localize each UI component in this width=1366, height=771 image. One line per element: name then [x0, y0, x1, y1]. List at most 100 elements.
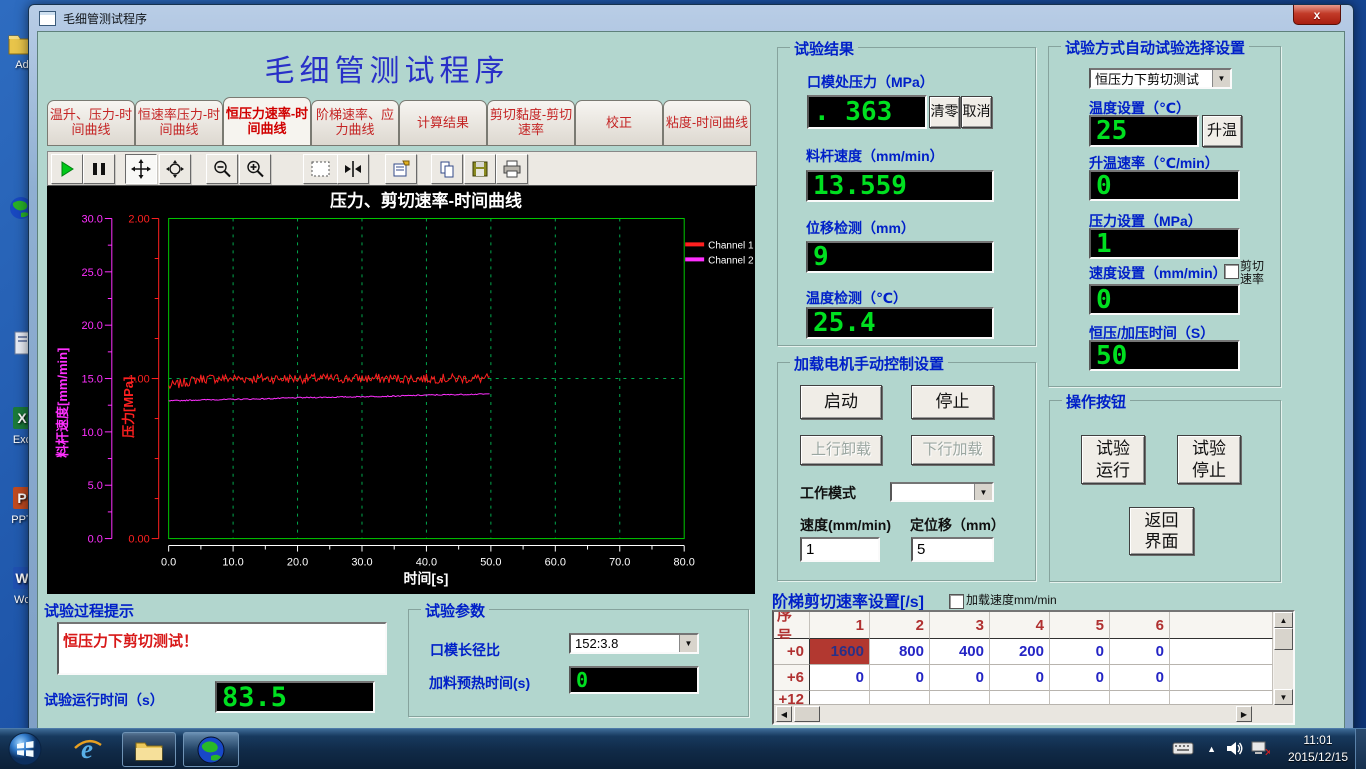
cell[interactable]: 0 — [1110, 665, 1170, 691]
runtime-label: 试验运行时间（s） — [44, 690, 164, 710]
cell[interactable]: 200 — [990, 639, 1050, 665]
cell[interactable]: 0 — [1050, 665, 1110, 691]
test-mode-select[interactable]: 恒压力下剪切测试 ▼ — [1089, 68, 1232, 89]
svg-text:20.0: 20.0 — [287, 557, 308, 569]
cell[interactable] — [1050, 691, 1110, 705]
cancel-button[interactable]: 取消 — [961, 96, 992, 128]
tab-viscosity-time[interactable]: 粘度-时间曲线 — [663, 100, 751, 146]
cell[interactable] — [1170, 665, 1273, 691]
tab-temp-pressure-time[interactable]: 温升、压力-时间曲线 — [47, 100, 135, 146]
table-row[interactable]: +12 — [774, 691, 1273, 705]
cell[interactable]: 0 — [810, 665, 870, 691]
tray-clock[interactable]: 11:01 2015/12/15 — [1288, 732, 1348, 767]
scroll-left-icon[interactable]: ◀ — [776, 706, 792, 722]
tab-calc-results[interactable]: 计算结果 — [399, 100, 487, 146]
chevron-down-icon[interactable]: ▼ — [974, 484, 992, 500]
explorer-taskbar-button[interactable] — [122, 732, 176, 767]
cell[interactable]: 0 — [990, 665, 1050, 691]
shear-table-title: 阶梯剪切速率设置[/s] — [772, 588, 924, 612]
folder-icon — [134, 738, 164, 762]
select-region-button[interactable] — [303, 154, 338, 184]
v-scroll-thumb[interactable] — [1274, 628, 1293, 650]
chevron-down-icon[interactable]: ▼ — [1212, 70, 1230, 87]
die-ratio-select[interactable]: 152:3.8 ▼ — [569, 633, 699, 654]
close-button[interactable]: x — [1293, 5, 1341, 25]
cell[interactable] — [1170, 639, 1273, 665]
hint-message: 恒压力下剪切测试！ — [63, 624, 198, 651]
tab-calibration[interactable]: 校正 — [575, 100, 663, 146]
series-Channel 1 — [169, 374, 490, 388]
chevron-up-icon[interactable]: ▲ — [1207, 744, 1216, 754]
set-displacement-input[interactable]: 5 — [911, 537, 994, 562]
tray-time: 11:01 — [1288, 732, 1348, 749]
cell[interactable]: 0 — [1050, 639, 1110, 665]
motor-stop-button[interactable]: 停止 — [911, 385, 994, 419]
save-button[interactable] — [464, 154, 496, 184]
network-error-icon[interactable]: ✕ — [1250, 741, 1270, 762]
volume-icon[interactable] — [1226, 741, 1244, 761]
zoom-out-button[interactable] — [206, 154, 238, 184]
start-button[interactable] — [8, 732, 42, 771]
cell[interactable] — [1110, 691, 1170, 705]
speed-set-label: 速度设置（mm/min） — [1089, 263, 1227, 283]
chevron-down-icon[interactable]: ▼ — [679, 635, 697, 652]
copy-button[interactable] — [431, 154, 463, 184]
zoom-dynamic-button[interactable] — [159, 154, 191, 184]
table-row[interactable]: +0 1600 800 400 200 0 0 — [774, 639, 1273, 665]
load-speed-checkbox[interactable] — [949, 594, 964, 609]
col-header — [1170, 612, 1273, 639]
heat-button[interactable]: 升温 — [1202, 115, 1242, 147]
shear-rate-checkbox[interactable] — [1224, 264, 1239, 279]
h-scrollbar[interactable] — [774, 705, 1293, 723]
ie-taskbar-button[interactable]: e — [72, 734, 104, 769]
cell[interactable]: 0 — [1110, 639, 1170, 665]
cell[interactable]: 0 — [870, 665, 930, 691]
clear-button[interactable]: 清零 — [929, 96, 960, 128]
shear-rate-table[interactable]: 序号 1 2 3 4 5 6 +0 1600 800 400 200 0 0 +… — [772, 610, 1295, 725]
cell-selected[interactable]: 1600 — [810, 639, 870, 665]
title-bar[interactable]: 毛细管测试程序 — [29, 5, 1353, 31]
work-mode-select[interactable]: ▼ — [890, 482, 994, 502]
results-title: 试验结果 — [790, 38, 858, 59]
tab-const-pressure-rate[interactable]: 恒压力速率-时间曲线 — [223, 97, 311, 146]
table-row[interactable]: +6 0 0 0 0 0 0 — [774, 665, 1273, 691]
temp-detect-label: 温度检测（℃） — [806, 288, 907, 308]
cell[interactable]: 800 — [870, 639, 930, 665]
cell[interactable]: 0 — [930, 665, 990, 691]
print-button[interactable] — [496, 154, 528, 184]
tab-step-rate-stress[interactable]: 阶梯速率、应力曲线 — [311, 100, 399, 146]
svg-text:X: X — [17, 410, 27, 426]
app-taskbar-button[interactable] — [183, 732, 239, 767]
show-desktop-button[interactable] — [1355, 729, 1366, 769]
motor-start-button[interactable]: 启动 — [800, 385, 882, 419]
properties-button[interactable] — [385, 154, 417, 184]
operation-title: 操作按钮 — [1062, 391, 1130, 412]
test-stop-button[interactable]: 试验停止 — [1177, 435, 1241, 484]
cell[interactable] — [870, 691, 930, 705]
scroll-down-icon[interactable]: ▼ — [1274, 689, 1293, 705]
up-unload-button[interactable]: 上行卸载 — [800, 435, 882, 465]
down-load-button[interactable]: 下行加载 — [911, 435, 994, 465]
manual-speed-input[interactable]: 1 — [800, 537, 880, 562]
cell[interactable] — [1170, 691, 1273, 705]
motor-title: 加载电机手动控制设置 — [790, 353, 948, 374]
pan-button[interactable] — [125, 154, 157, 184]
tab-const-rate-pressure[interactable]: 恒速率压力-时间曲线 — [135, 100, 223, 146]
set-displacement-label: 定位移（mm） — [910, 515, 1005, 535]
pause-button[interactable] — [83, 154, 115, 184]
keyboard-tray-icon[interactable] — [1172, 741, 1194, 760]
test-run-button[interactable]: 试验运行 — [1081, 435, 1145, 484]
cursor-markers-button[interactable] — [337, 154, 369, 184]
return-button[interactable]: 返回界面 — [1129, 507, 1194, 555]
tab-shear-viscosity[interactable]: 剪切黏度-剪切速率 — [487, 100, 575, 146]
cell[interactable] — [990, 691, 1050, 705]
zoom-in-button[interactable] — [239, 154, 271, 184]
cell[interactable] — [930, 691, 990, 705]
scroll-right-icon[interactable]: ▶ — [1236, 706, 1252, 722]
h-scroll-thumb[interactable] — [794, 706, 820, 722]
play-button[interactable] — [51, 154, 83, 184]
scroll-up-icon[interactable]: ▲ — [1274, 612, 1293, 628]
svg-text:e: e — [81, 734, 93, 764]
cell[interactable] — [810, 691, 870, 705]
cell[interactable]: 400 — [930, 639, 990, 665]
